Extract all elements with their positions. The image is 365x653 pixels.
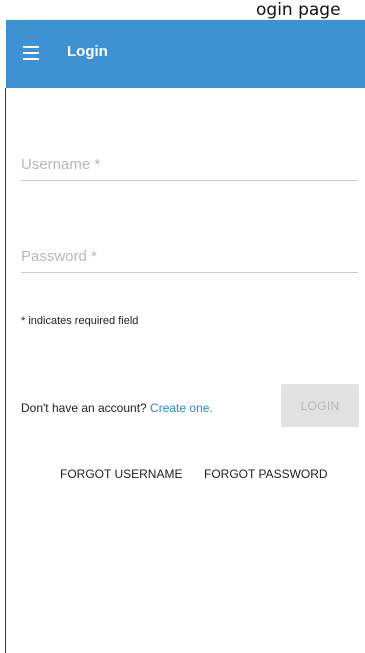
top-strip-caption: ogin page <box>256 0 341 20</box>
username-input[interactable] <box>21 148 358 180</box>
left-border-line <box>5 88 6 653</box>
login-button[interactable]: LOGIN <box>281 384 359 427</box>
forgot-password-button[interactable]: FORGOT PASSWORD <box>204 467 328 481</box>
top-strip: ogin page <box>0 0 365 20</box>
page-title: Login <box>67 43 108 60</box>
required-field-hint: * indicates required field <box>21 315 139 327</box>
password-field <box>21 240 358 273</box>
create-account-link[interactable]: Create one. <box>150 401 213 415</box>
forgot-username-button[interactable]: FORGOT USERNAME <box>60 467 182 481</box>
hamburger-menu-icon[interactable] <box>23 46 39 60</box>
app-bar: Login <box>6 20 365 88</box>
password-input[interactable] <box>21 240 358 272</box>
signup-prompt: Don't have an account? <box>21 401 151 415</box>
username-field <box>21 148 358 181</box>
signup-row: Don't have an account? Create one. <box>21 401 213 415</box>
